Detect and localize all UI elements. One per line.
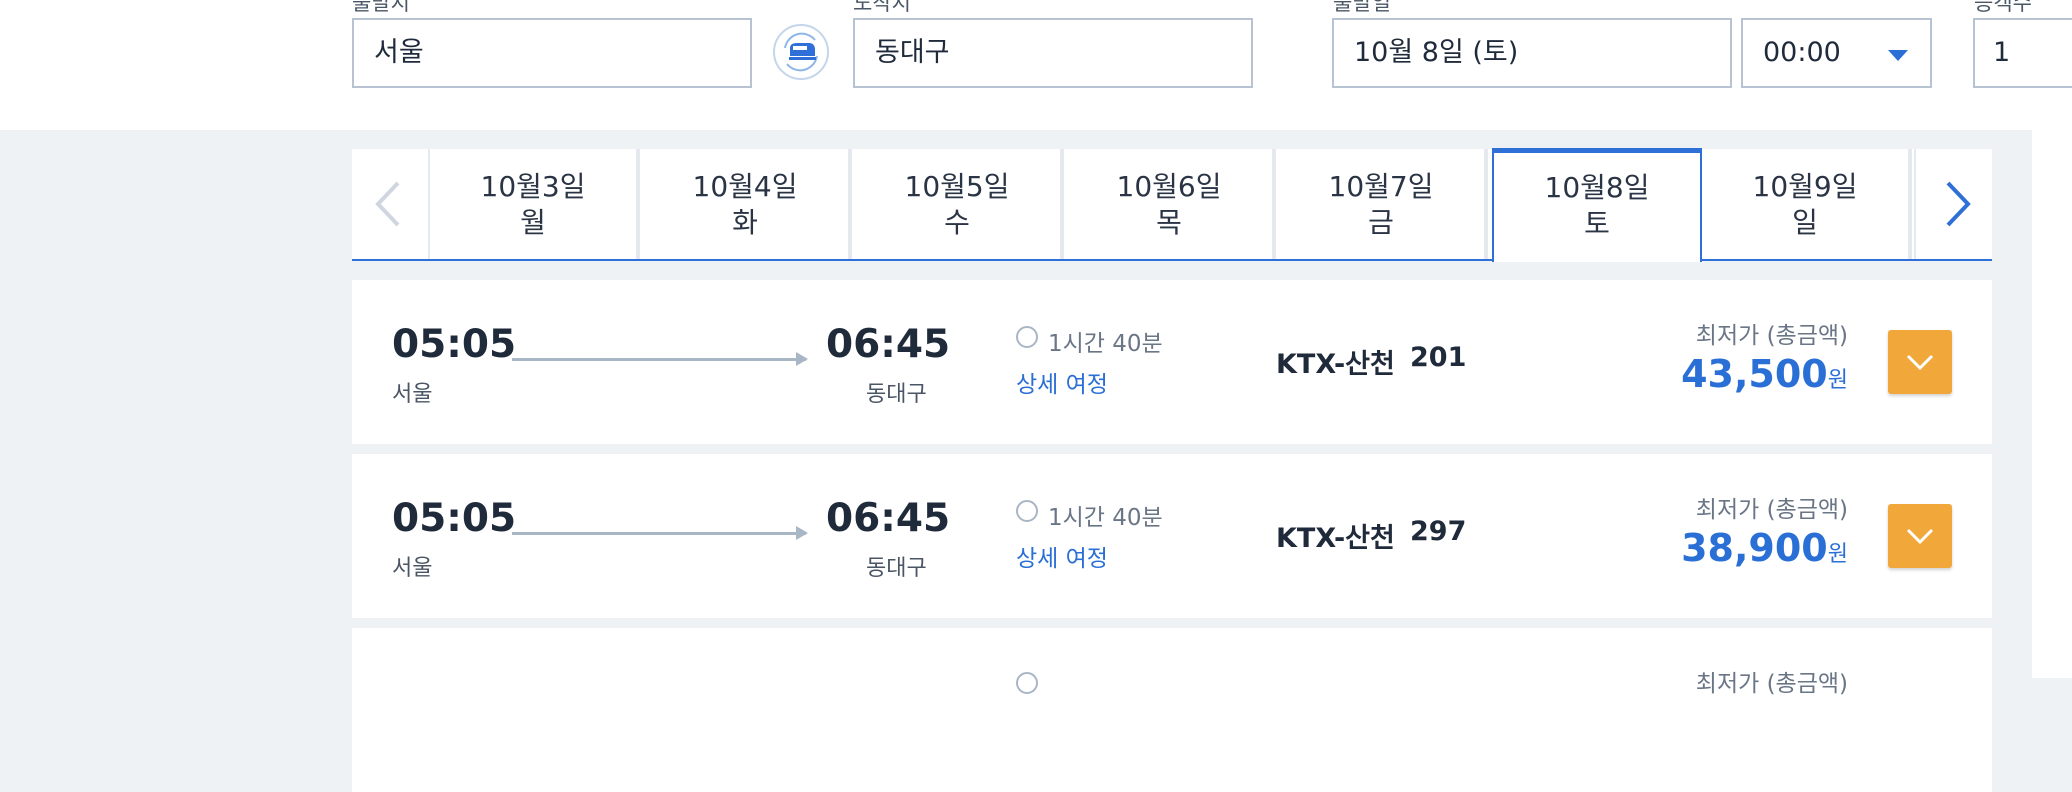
price-label: 최저가 (총금액) xyxy=(1695,671,1848,697)
date-tab-day: 금 xyxy=(1368,206,1394,239)
destination-field[interactable]: 동대구 xyxy=(853,18,1253,88)
date-tab-date: 10월4일 xyxy=(692,170,798,203)
swap-stations-button[interactable] xyxy=(773,24,829,80)
price-amount: 43,500 xyxy=(1681,352,1828,396)
chevron-down-icon xyxy=(1906,354,1934,371)
arrive-time: 06:45 xyxy=(826,322,951,367)
passengers-field[interactable]: 1 xyxy=(1973,18,2072,88)
price-label: 최저가 (총금액) xyxy=(1695,323,1848,349)
detail-itinerary-link[interactable]: 상세 여정 xyxy=(1016,365,1108,399)
train-number: 201 xyxy=(1410,342,1467,373)
destination-label: 도착지 xyxy=(853,0,911,15)
right-side-panel xyxy=(2032,130,2072,678)
date-tab-day: 월 xyxy=(520,206,546,239)
duration: 1시간 40분 xyxy=(1048,505,1163,531)
price-currency: 원 xyxy=(1827,542,1848,567)
expand-button[interactable] xyxy=(1888,330,1952,394)
arrive-station: 동대구 xyxy=(866,382,927,407)
date-tab-day: 토 xyxy=(1584,207,1610,240)
caret-down-icon xyxy=(1888,50,1908,61)
time-select[interactable]: 00:00 xyxy=(1741,18,1932,88)
date-tab-date: 10월5일 xyxy=(904,170,1010,203)
date-label: 출발일 xyxy=(1333,0,1391,15)
date-tab-date: 10월8일 xyxy=(1544,171,1650,204)
date-tab-day: 일 xyxy=(1792,206,1818,239)
arrive-station: 동대구 xyxy=(866,556,927,581)
duration: 1시간 40분 xyxy=(1048,331,1163,357)
date-tab[interactable]: 10월7일 금 xyxy=(1278,149,1488,259)
time-select-value: 00:00 xyxy=(1763,37,1841,68)
train-type: KTX-산천 xyxy=(1276,349,1395,380)
passengers-label: 승객수 xyxy=(1974,0,2032,15)
date-field[interactable]: 10월 8일 (토) xyxy=(1332,18,1732,88)
price-amount: 38,900 xyxy=(1681,526,1828,570)
train-result-row[interactable]: 05:05 서울 06:45 동대구 1시간 40분 상세 여정 KTX-산천 … xyxy=(352,454,1992,618)
price: 38,900원 xyxy=(1681,526,1848,570)
arrive-time: 06:45 xyxy=(826,496,951,541)
price: 43,500원 xyxy=(1681,352,1848,396)
date-tab-day: 화 xyxy=(732,206,758,239)
train-result-row[interactable]: 최저가 (총금액) xyxy=(352,628,1992,792)
depart-station: 서울 xyxy=(392,382,433,407)
chevron-down-icon xyxy=(1906,528,1934,545)
depart-time: 05:05 xyxy=(392,322,517,367)
route-line xyxy=(512,358,806,361)
train-swap-icon xyxy=(784,32,818,72)
arrow-right-icon xyxy=(796,352,808,366)
chevron-left-icon xyxy=(375,181,400,227)
next-dates-button[interactable] xyxy=(1914,149,1992,259)
date-tab[interactable]: 10월6일 목 xyxy=(1066,149,1276,259)
depart-station: 서울 xyxy=(392,556,433,581)
prev-dates-button[interactable] xyxy=(352,149,430,259)
clock-icon xyxy=(1016,326,1038,348)
date-tab[interactable]: 10월9일 일 xyxy=(1702,149,1912,259)
date-tab-date: 10월3일 xyxy=(480,170,586,203)
origin-label: 출발지 xyxy=(352,0,410,15)
search-bar: 출발지 서울 도착지 동대구 출발일 10월 8일 (토) 00:00 승객수 … xyxy=(0,0,2072,130)
detail-itinerary-link[interactable]: 상세 여정 xyxy=(1016,539,1108,573)
date-tab[interactable]: 10월4일 화 xyxy=(642,149,852,259)
date-tab-date: 10월7일 xyxy=(1328,170,1434,203)
date-tab-day: 목 xyxy=(1156,206,1182,239)
date-tab-day: 수 xyxy=(944,206,970,239)
date-tab-date: 10월6일 xyxy=(1116,170,1222,203)
train-type: KTX-산천 xyxy=(1276,523,1395,554)
chevron-right-icon xyxy=(1946,181,1971,227)
price-currency: 원 xyxy=(1827,368,1848,393)
date-tab-date: 10월9일 xyxy=(1752,170,1858,203)
date-tab[interactable]: 10월5일 수 xyxy=(854,149,1064,259)
date-selector: 10월3일 월 10월4일 화 10월5일 수 10월6일 목 10월7일 금 … xyxy=(352,148,1992,262)
train-number: 297 xyxy=(1410,516,1467,547)
route-line xyxy=(512,532,806,535)
origin-field[interactable]: 서울 xyxy=(352,18,752,88)
clock-icon xyxy=(1016,500,1038,522)
date-tab[interactable]: 10월3일 월 xyxy=(430,149,640,259)
train-result-row[interactable]: 05:05 서울 06:45 동대구 1시간 40분 상세 여정 KTX-산천 … xyxy=(352,280,1992,444)
price-label: 최저가 (총금액) xyxy=(1695,497,1848,523)
depart-time: 05:05 xyxy=(392,496,517,541)
clock-icon xyxy=(1016,672,1038,694)
arrow-right-icon xyxy=(796,526,808,540)
expand-button[interactable] xyxy=(1888,504,1952,568)
date-tab-selected[interactable]: 10월8일 토 xyxy=(1492,148,1702,262)
